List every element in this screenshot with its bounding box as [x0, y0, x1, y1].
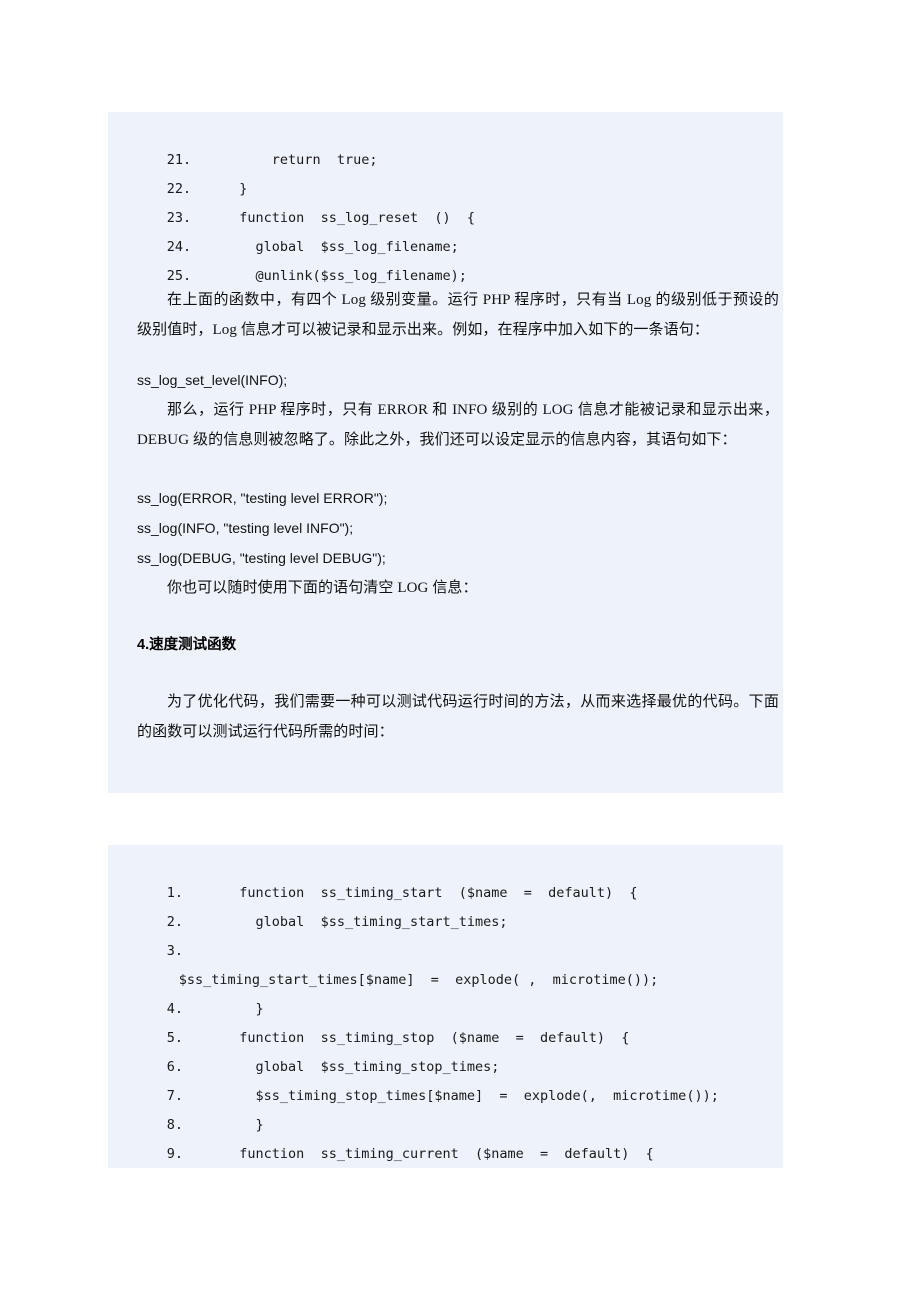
code-line: 8. } — [108, 1082, 783, 1133]
code-block-timing-functions: 1. function ss_timing_start ($name = def… — [108, 845, 783, 1168]
section-heading-4: 4.速度测试函数 — [137, 637, 237, 653]
code-line: 25. @unlink($ss_log_filename); — [108, 233, 783, 284]
code-line: 7. $ss_timing_stop_times[$name] = explod… — [108, 1053, 783, 1104]
code-block-log-functions: 21. return true; 22. } 23. function ss_l… — [108, 112, 783, 313]
document-page: 21. return true; 22. } 23. function ss_l… — [0, 0, 920, 1302]
code-line-wrapped: $ss_timing_start_times[$name] = explode(… — [108, 937, 783, 988]
code-line: 4. } — [108, 966, 783, 1017]
inline-code-log-error: ss_log(ERROR, "testing level ERROR"); — [137, 490, 388, 506]
inline-code-log-debug: ss_log(DEBUG, "testing level DEBUG"); — [137, 550, 386, 566]
inline-code-set-level: ss_log_set_level(INFO); — [137, 372, 288, 388]
code-line: 24. global $ss_log_filename; — [108, 204, 783, 255]
code-line: 2. global $ss_timing_start_times; — [108, 879, 783, 930]
code-line: 1. function ss_timing_start ($name = def… — [108, 850, 783, 901]
code-line: 21. return true; — [108, 117, 783, 168]
code-line: 10. global $ss_timing_start_times, $ss_t… — [108, 1140, 783, 1168]
paragraph-speed-test: 为了优化代码，我们需要一种可以测试代码运行时间的方法，从而来选择最优的代码。下面… — [137, 694, 779, 740]
code-line: 3. — [108, 908, 783, 959]
inline-code-log-info: ss_log(INFO, "testing level INFO"); — [137, 520, 354, 536]
code-line: 6. global $ss_timing_stop_times; — [108, 1024, 783, 1075]
code-line: 9. function ss_timing_current ($name = d… — [108, 1111, 783, 1162]
paragraph-log-levels: 在上面的函数中，有四个 Log 级别变量。运行 PHP 程序时，只有当 Log … — [137, 292, 779, 338]
code-line: 23. function ss_log_reset () { — [108, 175, 783, 226]
code-line: 5. function ss_timing_stop ($name = defa… — [108, 995, 783, 1046]
paragraph-clear-log: 你也可以随时使用下面的语句清空 LOG 信息： — [167, 580, 478, 596]
paragraph-error-info: 那么，运行 PHP 程序时，只有 ERROR 和 INFO 级别的 LOG 信息… — [137, 402, 779, 448]
code-line: 22. } — [108, 146, 783, 197]
body-text-block: 在上面的函数中，有四个 Log 级别变量。运行 PHP 程序时，只有当 Log … — [108, 285, 783, 793]
